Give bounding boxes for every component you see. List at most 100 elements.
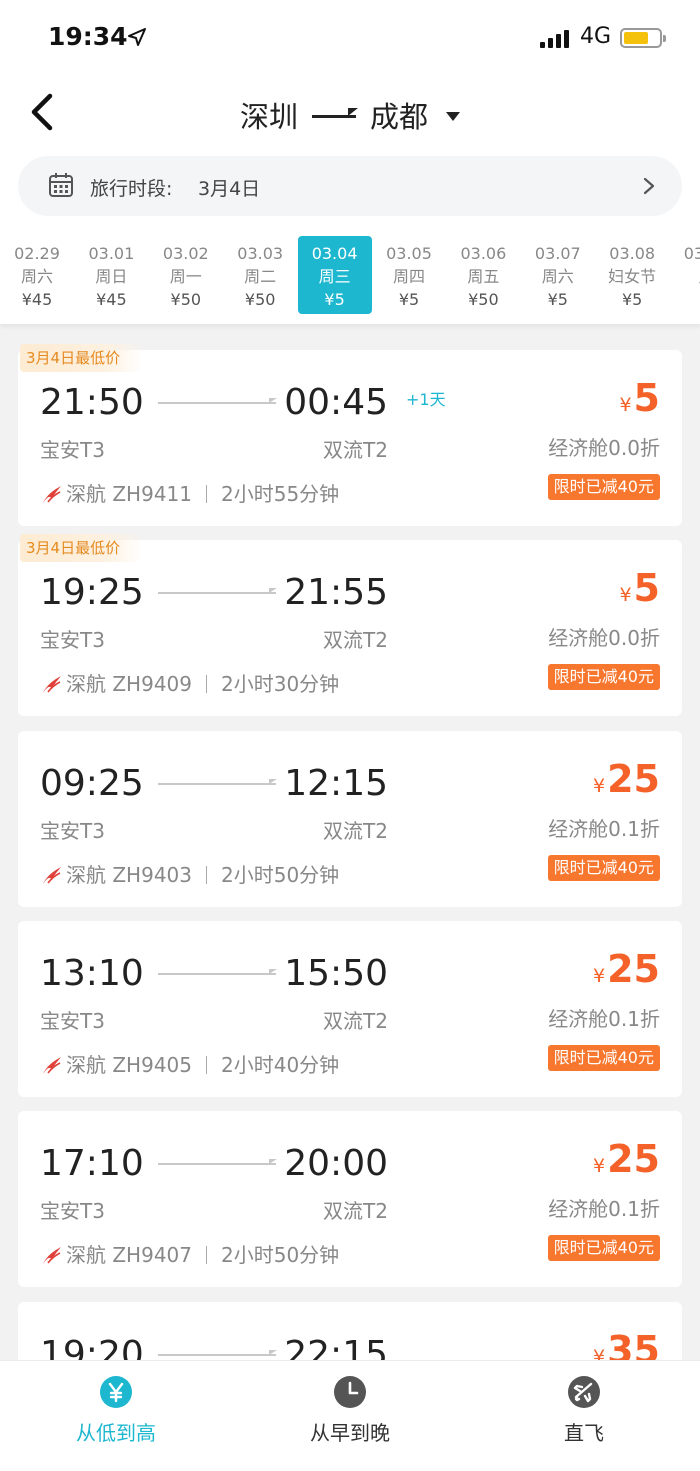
flight-card[interactable]: 09:25 12:15 宝安T3 双流T2 深航 ZH9403 2小时50分钟 ¥25 经济舱… (18, 731, 682, 907)
divider (206, 484, 207, 503)
arrival-time: 20:00 (284, 1143, 388, 1184)
date-item[interactable]: 03.06 周五 ¥50 (446, 236, 520, 314)
airline-info: 深航 ZH9403 2小时50分钟 (40, 859, 339, 888)
departure-airport: 宝安T3 (40, 628, 105, 652)
flight-duration: 2小时40分钟 (221, 1053, 340, 1077)
header: 深圳 成都 (0, 76, 700, 152)
date-date: 03.07 (534, 244, 581, 263)
promo-badge: 限时已减40元 (547, 1235, 660, 1261)
price: ¥5 (619, 376, 660, 420)
price-amount: 5 (633, 376, 660, 420)
airline-info: 深航 ZH9411 2小时55分钟 (40, 478, 339, 507)
arrival-time: 00:45 (284, 382, 388, 423)
date-item[interactable]: 03.02 周一 ¥50 (149, 236, 223, 314)
airline-info: 深航 ZH9405 2小时40分钟 (40, 1049, 339, 1078)
next-day-badge: +1天 (406, 390, 446, 409)
date-price: ¥5 (324, 290, 345, 309)
cabin-discount: 经济舱0.0折 (548, 626, 660, 650)
flight-number: ZH9411 (112, 482, 192, 506)
date-item[interactable]: 03.04 周三 ¥5 (297, 236, 372, 314)
tab-time-label: 从早到晚 (310, 1421, 390, 1445)
flight-route-line (158, 398, 277, 404)
date-price: ¥45 (96, 290, 127, 309)
date-item[interactable]: 03.09 周¥ (670, 236, 700, 314)
travel-period-bar[interactable]: 旅行时段: 3月4日 (18, 156, 682, 216)
flight-card[interactable]: 3月4日最低价 19:25 21:55 宝安T3 双流T2 深航 ZH9409 2小时30分… (18, 534, 682, 716)
date-item[interactable]: 03.08 妇女节 ¥5 (595, 236, 669, 314)
route-selector[interactable]: 深圳 成都 (0, 94, 700, 136)
date-weekday: 周六 (20, 267, 53, 286)
flight-card[interactable]: 13:10 15:50 宝安T3 双流T2 深航 ZH9405 2小时40分钟 ¥25 经济舱… (18, 921, 682, 1097)
airline-info: 深航 ZH9407 2小时50分钟 (40, 1239, 339, 1268)
price: ¥25 (593, 1137, 660, 1181)
date-price: ¥5 (398, 290, 420, 309)
flight-route-line (158, 969, 277, 975)
date-item[interactable]: 03.07 周六 ¥5 (521, 236, 595, 314)
divider (206, 674, 207, 693)
period-value: 3月4日 (198, 178, 261, 200)
airline-logo-icon (43, 675, 61, 693)
tab-direct-flights[interactable]: 直飞 (504, 1375, 664, 1446)
departure-airport: 宝安T3 (40, 1199, 105, 1223)
cabin-discount: 经济舱0.0折 (548, 436, 660, 460)
date-strip: 02.29 周六 ¥45 03.01 周日 ¥45 03.02 周一 ¥50 03.03 周二 ¥50… (0, 228, 700, 324)
price-currency: ¥ (593, 965, 606, 987)
price-currency: ¥ (619, 394, 632, 416)
flight-route-line (158, 779, 277, 785)
departure-time: 19:25 (40, 572, 144, 613)
travel-period-section: 旅行时段: 3月4日 (0, 152, 700, 228)
airline-name: 深航 (66, 1243, 106, 1267)
date-date: 03.01 (88, 244, 135, 263)
date-weekday: 周日 (95, 267, 128, 286)
airline-name: 深航 (66, 863, 106, 887)
date-weekday: 周四 (392, 267, 425, 286)
flight-route-line (158, 1159, 277, 1165)
clock-icon (334, 1376, 366, 1408)
date-price: ¥50 (468, 290, 499, 309)
airline-logo-icon (43, 1056, 61, 1074)
date-date: 03.04 (311, 244, 358, 263)
period-label: 旅行时段: (90, 178, 173, 200)
lowest-price-tag: 3月4日最低价 (20, 344, 143, 372)
airline-name: 深航 (66, 672, 106, 696)
sort-tab-bar: 从低到高 从早到晚 直飞 (0, 1360, 700, 1471)
lowest-price-tag: 3月4日最低价 (20, 534, 143, 562)
yen-icon (100, 1376, 132, 1408)
date-weekday: 周五 (467, 267, 500, 286)
location-arrow-icon (128, 28, 146, 46)
price: ¥25 (593, 947, 660, 991)
arrival-airport: 双流T2 (323, 1009, 388, 1033)
flight-card[interactable]: 3月4日最低价 21:50 00:45 +1天 宝安T3 双流T2 深航 ZH9411 2小时… (18, 344, 682, 526)
promo-badge: 限时已减40元 (547, 1045, 660, 1071)
price-currency: ¥ (593, 1155, 606, 1177)
destination-city: 成都 (370, 100, 429, 134)
date-weekday: 周六 (541, 267, 574, 286)
airline-logo-icon (43, 485, 61, 503)
date-item[interactable]: 03.01 周日 ¥45 (74, 236, 148, 314)
arrival-airport: 双流T2 (323, 628, 388, 652)
flight-number: ZH9405 (112, 1053, 192, 1077)
flight-number: ZH9407 (112, 1243, 192, 1267)
date-price: ¥50 (170, 290, 202, 309)
flight-duration: 2小时50分钟 (221, 863, 340, 887)
departure-time: 09:25 (40, 763, 144, 804)
tab-time-early-to-late[interactable]: 从早到晚 (270, 1375, 430, 1446)
divider (206, 1055, 207, 1074)
promo-badge: 限时已减40元 (547, 664, 660, 690)
date-item[interactable]: 03.03 周二 ¥50 (223, 236, 297, 314)
date-weekday: 周一 (169, 267, 202, 286)
price: ¥25 (593, 757, 660, 801)
flight-duration: 2小时55分钟 (221, 482, 340, 506)
date-date: 03.06 (460, 244, 507, 263)
calendar-icon (49, 173, 73, 197)
flight-duration: 2小时30分钟 (221, 672, 340, 696)
date-item[interactable]: 02.29 周六 ¥45 (0, 236, 74, 314)
date-item[interactable]: 03.05 周四 ¥5 (372, 236, 446, 314)
price-amount: 5 (633, 566, 660, 610)
tab-price-low-to-high[interactable]: 从低到高 (36, 1375, 196, 1446)
status-time: 19:34 (48, 22, 128, 51)
date-weekday: 周三 (318, 267, 351, 286)
screen: 19:34 4G 深圳 成都 旅行时段: 3月4日 02.29 周六 ¥45 0… (0, 0, 700, 1471)
departure-time: 21:50 (40, 382, 144, 423)
flight-card[interactable]: 17:10 20:00 宝安T3 双流T2 深航 ZH9407 2小时50分钟 ¥25 经济舱… (18, 1111, 682, 1287)
